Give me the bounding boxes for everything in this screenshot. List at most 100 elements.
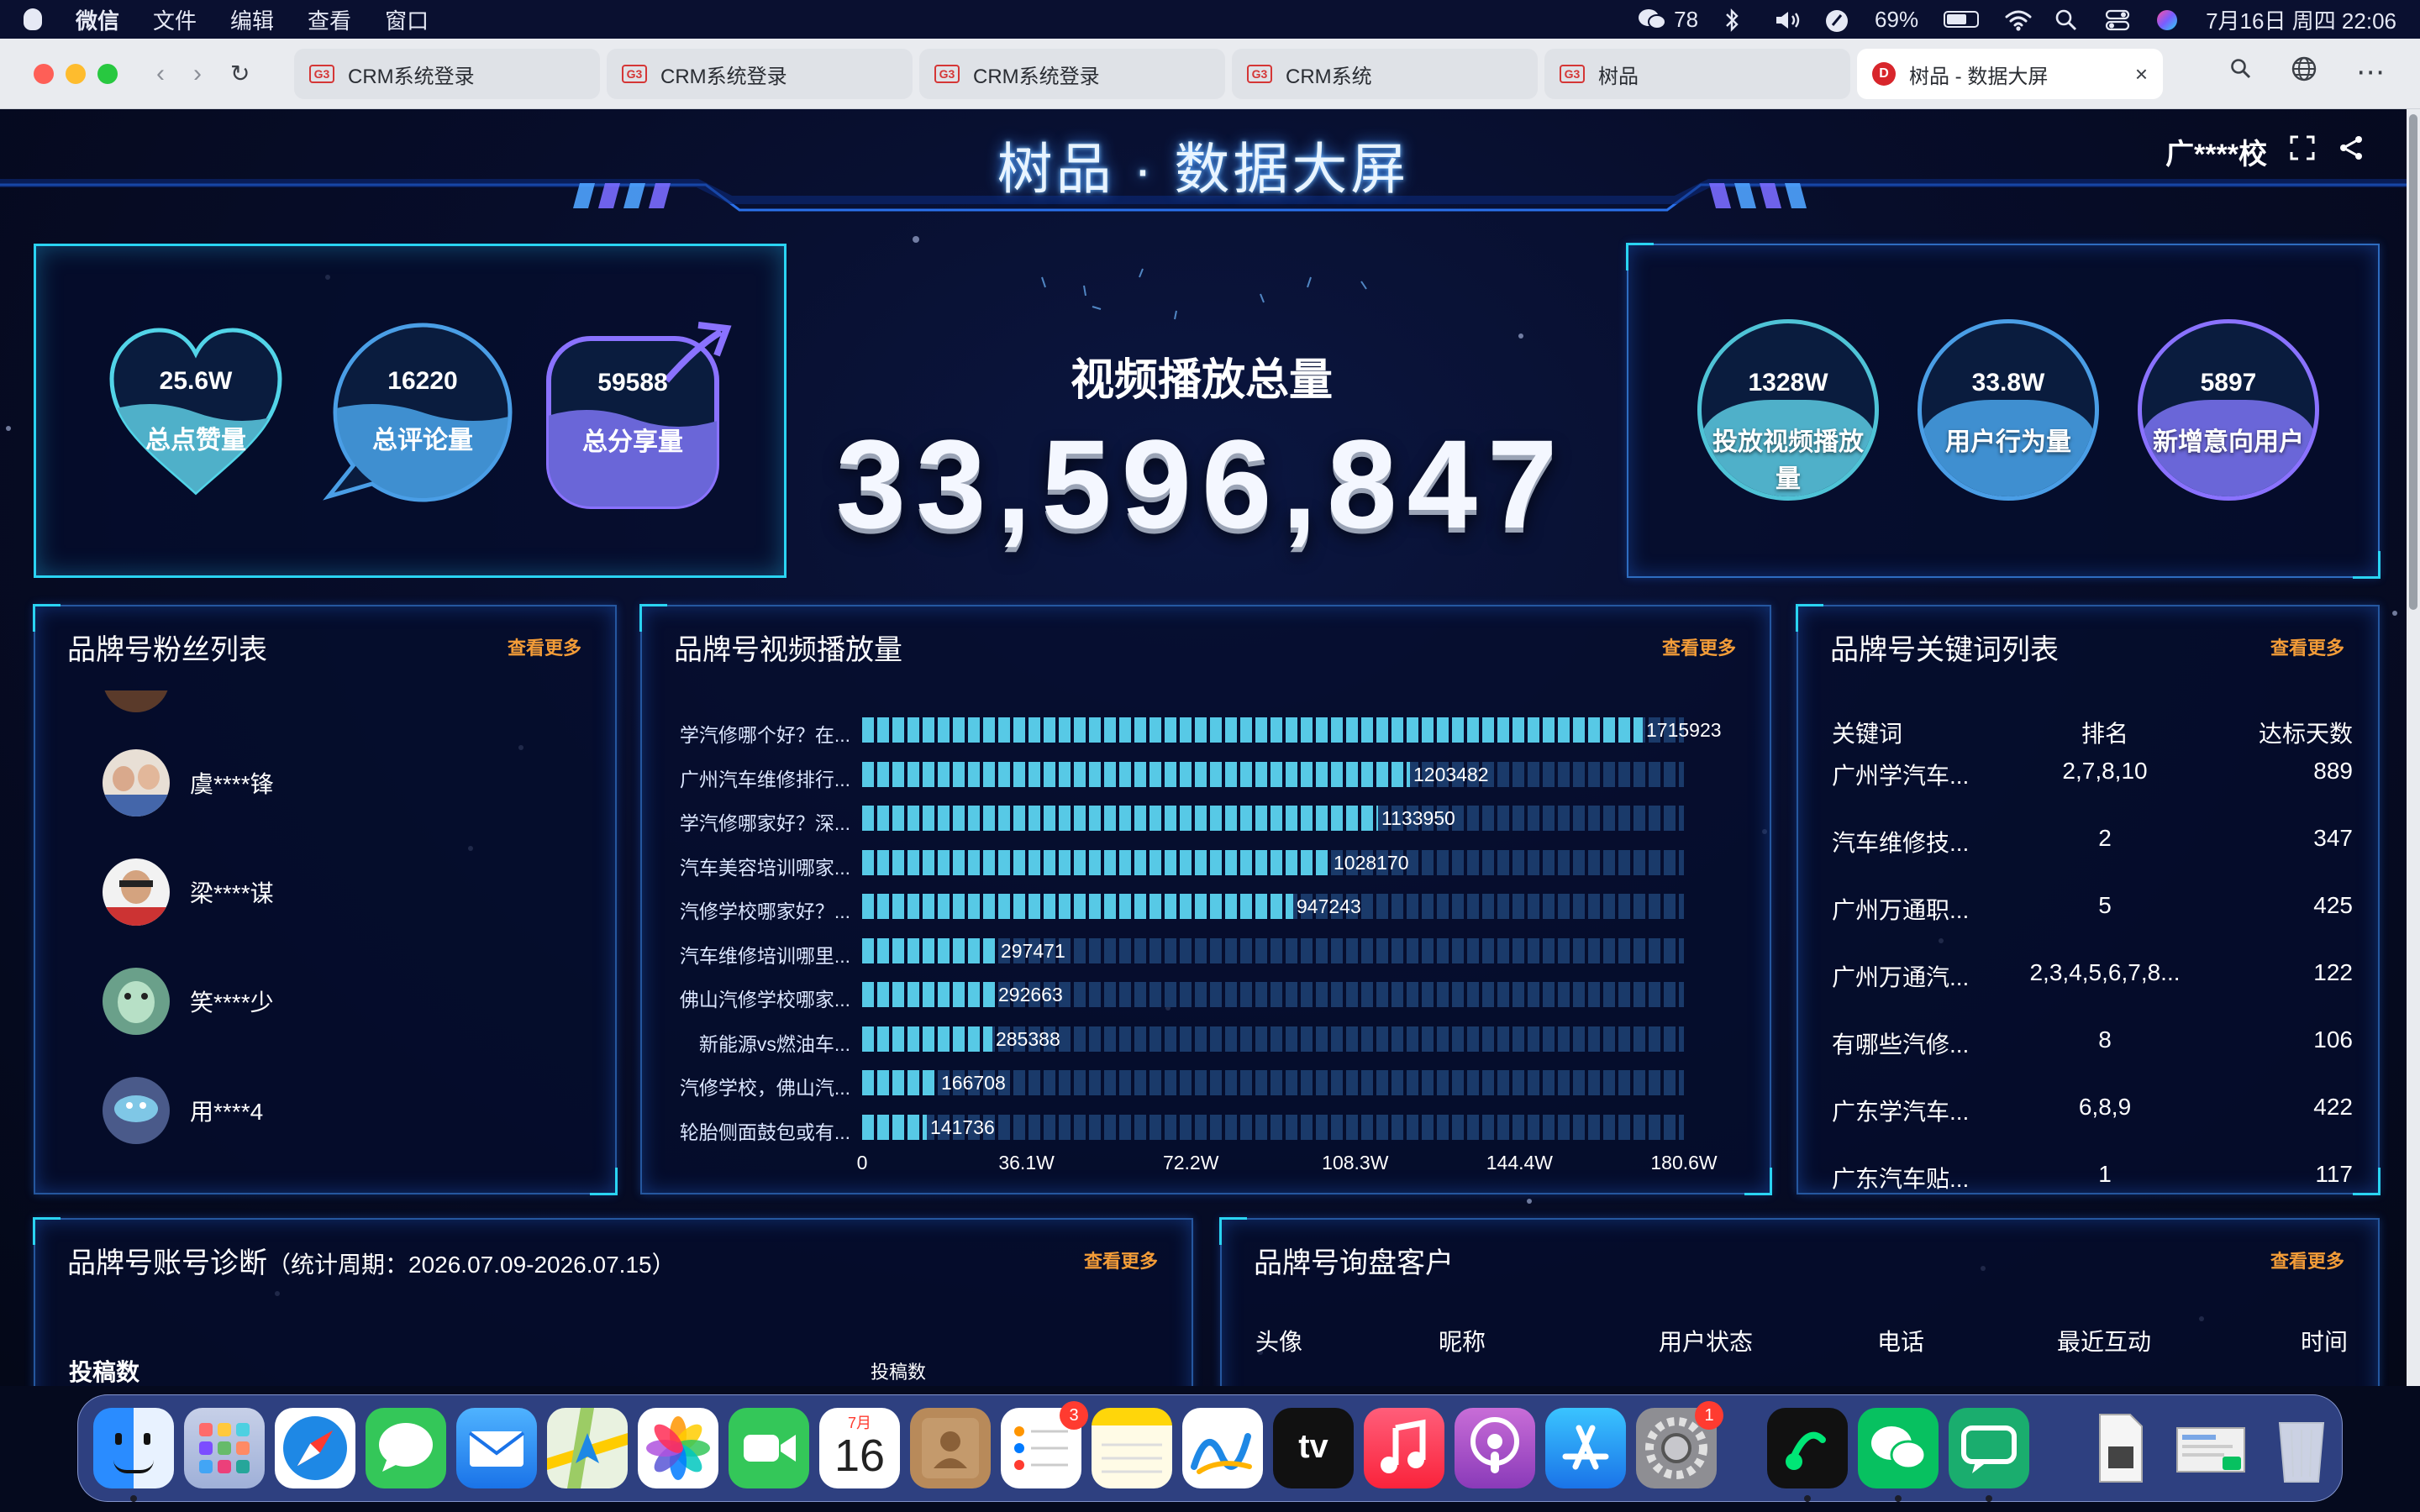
freeform-icon[interactable] [1182, 1408, 1263, 1488]
column-header: 最近互动 [2057, 1329, 2152, 1355]
fan-item[interactable]: 梁****谋 [103, 858, 274, 926]
share-icon[interactable] [2338, 134, 2365, 169]
apple-tv-icon[interactable]: tv [1273, 1408, 1354, 1488]
bluetooth-icon[interactable] [1723, 8, 1749, 32]
battery-icon[interactable] [1944, 11, 1980, 28]
browser-tab-4[interactable]: G3 CRM系统 [1232, 49, 1538, 99]
keyword-row[interactable]: 广州万通职... 5 425 [1832, 892, 2353, 926]
wechat-icon[interactable] [1858, 1408, 1939, 1502]
crm-favicon-icon: G3 [622, 65, 647, 83]
spotlight-search-icon[interactable] [2054, 8, 2080, 31]
bar[interactable] [862, 806, 1378, 831]
globe-icon[interactable] [2291, 55, 2317, 89]
back-icon[interactable]: ‹ [156, 60, 165, 88]
wifi-icon[interactable] [2004, 8, 2032, 31]
safari-icon[interactable] [275, 1408, 355, 1488]
diagnosis-more-link[interactable]: 查看更多 [1084, 1247, 1158, 1273]
inquiry-more-link[interactable]: 查看更多 [2270, 1247, 2344, 1273]
diagnosis-title-text: 品牌号账号诊断 [67, 1247, 267, 1279]
document-file-icon[interactable] [2080, 1408, 2160, 1488]
total-plays-value: 33,596,847 [835, 413, 1568, 554]
ad-plays-stat: 1328W 投放视频播放量 [1697, 319, 1879, 501]
messages-icon[interactable] [366, 1408, 446, 1488]
bar[interactable] [862, 1026, 992, 1052]
facetime-icon[interactable] [729, 1408, 809, 1488]
keyword-text: 汽车维修技... [1832, 830, 1970, 856]
page-scrollbar[interactable] [2407, 109, 2420, 1386]
reminders-icon[interactable]: 3 [1001, 1401, 1088, 1488]
app-store-icon[interactable] [1545, 1408, 1626, 1488]
control-center-icon[interactable] [2105, 8, 2130, 31]
wecom-icon[interactable] [1949, 1408, 2029, 1502]
browser-tab-active[interactable]: D 树品 - 数据大屏 × [1857, 49, 2163, 99]
menu-app-wechat[interactable]: 微信 [76, 4, 119, 35]
bar[interactable] [862, 894, 1293, 919]
bar[interactable] [862, 717, 1643, 743]
maps-icon[interactable] [547, 1408, 628, 1488]
forward-icon[interactable]: › [193, 60, 202, 88]
tab-search-icon[interactable] [2230, 58, 2252, 87]
menu-file[interactable]: 文件 [153, 4, 197, 35]
browser-tab-5[interactable]: G3 树品 [1544, 49, 1850, 99]
keyword-row[interactable]: 广东学汽车... 6,8,9 422 [1832, 1094, 2353, 1127]
fans-panel-title: 品牌号粉丝列表 [67, 634, 267, 666]
reload-icon[interactable]: ↻ [230, 60, 250, 88]
trash-icon[interactable] [2261, 1408, 2342, 1488]
bar[interactable] [862, 761, 1410, 787]
mail-icon[interactable] [456, 1408, 537, 1488]
zoom-window-button[interactable] [97, 63, 118, 84]
close-window-button[interactable] [34, 63, 54, 84]
keyword-row[interactable]: 有哪些汽修... 8 106 [1832, 1026, 2353, 1060]
fans-more-link[interactable]: 查看更多 [508, 633, 581, 660]
browser-tab-3[interactable]: G3 CRM系统登录 [919, 49, 1225, 99]
bar[interactable] [862, 849, 1330, 875]
bar[interactable] [862, 1114, 927, 1140]
music-icon[interactable] [1364, 1408, 1444, 1488]
keyword-row[interactable]: 汽车维修技... 2 347 [1832, 825, 2353, 858]
bar-category-label: 汽车美容培训哪家... [679, 856, 850, 879]
fan-item[interactable]: 用****4 [103, 1077, 263, 1144]
keyword-row[interactable]: 广州学汽车... 2,7,8,10 889 [1832, 758, 2353, 791]
bar[interactable] [862, 937, 997, 963]
bar-value-label: 947243 [1297, 895, 1361, 917]
wechat-unread-count: 78 [1674, 6, 1699, 32]
window-controls [34, 63, 118, 84]
notes-icon[interactable] [1092, 1408, 1172, 1488]
keywords-more-link[interactable]: 查看更多 [2270, 633, 2344, 660]
keyword-row[interactable]: 广州万通汽... 2,3,4,5,6,7,8... 122 [1832, 959, 2353, 993]
column-header: 关键词 [1832, 721, 1903, 747]
minimize-window-button[interactable] [66, 63, 86, 84]
wechat-status-icon[interactable]: 78 [1637, 7, 1698, 33]
calendar-icon[interactable]: 7月 16 [819, 1408, 900, 1488]
menu-window[interactable]: 窗口 [385, 4, 429, 35]
keyword-row[interactable]: 广东汽车贴... 1 117 [1832, 1161, 2353, 1194]
system-settings-icon[interactable]: 1 [1636, 1401, 1723, 1488]
music-player-app-icon[interactable] [1767, 1408, 1848, 1502]
podcasts-icon[interactable] [1455, 1408, 1535, 1488]
menu-edit[interactable]: 编辑 [230, 4, 274, 35]
fan-item[interactable]: 笑****少 [103, 968, 274, 1035]
video-plays-bar-chart: 学汽修哪个好？在... 1715923 广州汽车维修排行... 1203482 学汽修哪… [642, 606, 1773, 1196]
fullscreen-icon[interactable] [2289, 134, 2316, 169]
clock-datetime[interactable]: 7月16日 周四 22:06 [2206, 4, 2396, 35]
browser-tab-1[interactable]: G3 CRM系统登录 [294, 49, 600, 99]
close-tab-icon[interactable]: × [2135, 61, 2148, 87]
browser-tab-2[interactable]: G3 CRM系统登录 [607, 49, 913, 99]
bar[interactable] [862, 982, 995, 1007]
screenshot-file-icon[interactable] [2170, 1408, 2251, 1488]
launchpad-icon[interactable] [184, 1408, 265, 1488]
siri-icon[interactable] [2155, 8, 2181, 30]
fan-item[interactable]: 虞****锋 [103, 749, 274, 816]
more-menu-icon[interactable]: ⋯ [2356, 55, 2386, 89]
user-behavior-label: 用户行为量 [1945, 428, 2071, 456]
bar[interactable] [862, 1070, 938, 1095]
menu-view[interactable]: 查看 [308, 4, 351, 35]
music-status-icon[interactable] [1824, 8, 1849, 32]
video-plays-panel: 品牌号视频播放量 查看更多 学汽修哪个好？在... 1715923 广州汽车维修排行… [639, 604, 1773, 1196]
keyword-rank: 6,8,9 [2078, 1094, 2132, 1120]
photos-icon[interactable] [638, 1408, 718, 1488]
finder-icon[interactable] [93, 1408, 174, 1502]
apple-icon[interactable] [24, 8, 42, 30]
contacts-icon[interactable] [910, 1408, 991, 1488]
volume-icon[interactable] [1774, 8, 1800, 30]
